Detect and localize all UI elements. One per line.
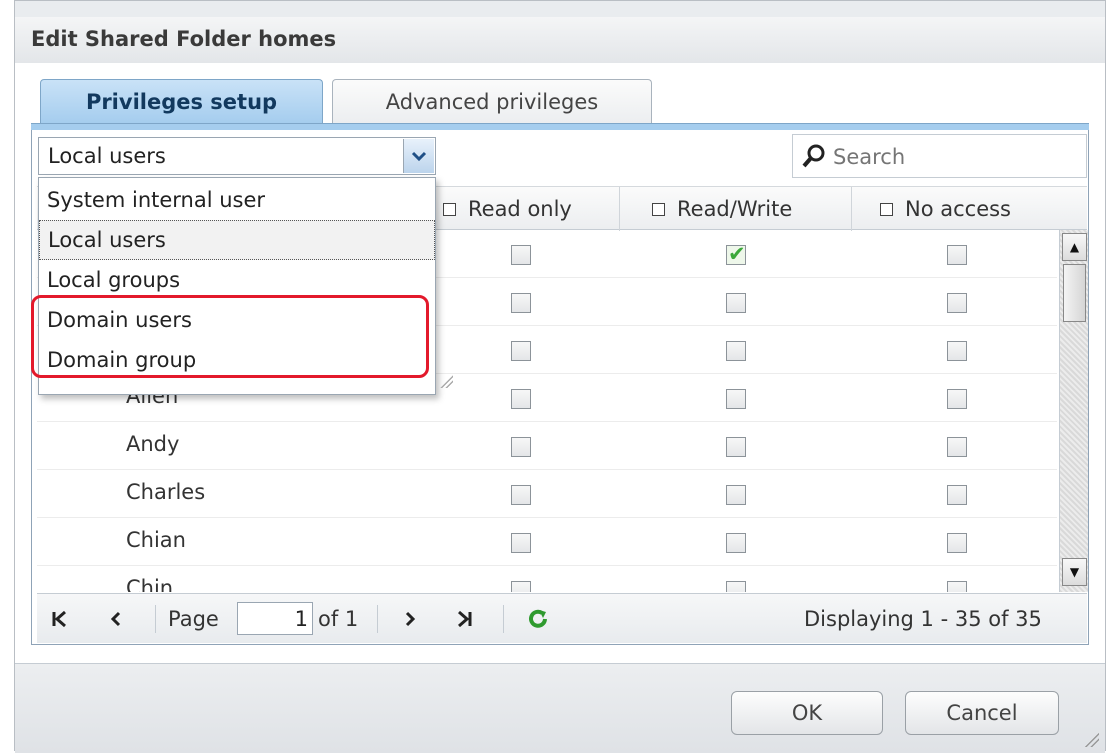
no-access-checkbox[interactable] bbox=[947, 341, 967, 361]
scroll-down-icon[interactable]: ▼ bbox=[1062, 558, 1087, 586]
page-label: Page bbox=[168, 607, 219, 631]
dropdown-resize-grip-icon[interactable] bbox=[439, 374, 453, 388]
read-write-checkbox[interactable] bbox=[726, 437, 746, 457]
column-label: Read only bbox=[468, 197, 572, 221]
search-icon bbox=[801, 143, 827, 169]
read-write-checkbox[interactable] bbox=[726, 341, 746, 361]
toolbar-divider bbox=[503, 605, 504, 633]
no-access-checkbox[interactable] bbox=[947, 437, 967, 457]
read-write-checkbox[interactable]: ✔ bbox=[726, 242, 746, 266]
read-write-checkbox[interactable] bbox=[726, 533, 746, 553]
read-write-checkbox[interactable] bbox=[726, 389, 746, 409]
column-read-write[interactable]: Read/Write bbox=[619, 187, 851, 231]
no-access-checkbox[interactable] bbox=[947, 485, 967, 505]
toolbar-divider bbox=[377, 605, 378, 633]
dialog-title: Edit Shared Folder homes bbox=[31, 27, 337, 51]
no-access-checkbox[interactable] bbox=[947, 245, 967, 265]
read-write-checkbox[interactable] bbox=[726, 485, 746, 505]
display-count: Displaying 1 - 35 of 35 bbox=[804, 607, 1042, 631]
no-access-checkbox[interactable] bbox=[947, 581, 967, 592]
read-only-checkbox[interactable] bbox=[511, 581, 531, 592]
column-no-access[interactable]: No access bbox=[851, 187, 1053, 231]
ok-button[interactable]: OK bbox=[731, 691, 883, 735]
tab-strip-underline bbox=[31, 123, 1089, 130]
read-only-checkbox[interactable] bbox=[511, 245, 531, 265]
scrollbar-thumb[interactable] bbox=[1063, 264, 1086, 322]
table-row[interactable]: Chian bbox=[37, 518, 1057, 566]
select-all-read-write-checkbox[interactable] bbox=[652, 202, 665, 216]
option-system-internal-user[interactable]: System internal user bbox=[39, 180, 435, 220]
chevron-down-icon[interactable] bbox=[403, 139, 434, 173]
page-number-input[interactable] bbox=[237, 602, 313, 635]
column-label: Read/Write bbox=[677, 197, 793, 221]
row-name: Andy bbox=[126, 432, 180, 456]
option-local-users[interactable]: Local users bbox=[39, 220, 435, 260]
dialog-titlebar: Edit Shared Folder homes bbox=[15, 17, 1105, 64]
previous-page-icon[interactable] bbox=[109, 604, 123, 634]
highlight-annotation bbox=[31, 295, 429, 378]
column-read-only[interactable]: Read only bbox=[432, 187, 619, 231]
option-local-groups[interactable]: Local groups bbox=[39, 260, 435, 300]
search-input[interactable] bbox=[831, 141, 1075, 173]
table-row[interactable]: Chin bbox=[37, 566, 1057, 592]
read-write-checkbox[interactable] bbox=[726, 293, 746, 313]
search-box[interactable] bbox=[792, 134, 1087, 178]
checkmark-icon: ✔ bbox=[728, 242, 746, 266]
read-only-checkbox[interactable] bbox=[511, 485, 531, 505]
grid-scrollbar[interactable]: ▲ ▼ bbox=[1059, 230, 1088, 592]
read-only-checkbox[interactable] bbox=[511, 533, 531, 553]
pagination-toolbar: Page of 1 Displaying 1 - 35 of 35 bbox=[37, 593, 1087, 643]
row-name: Chian bbox=[126, 528, 186, 552]
read-only-checkbox[interactable] bbox=[511, 341, 531, 361]
dialog-footer: OK Cancel bbox=[15, 663, 1105, 753]
scroll-up-icon[interactable]: ▲ bbox=[1062, 233, 1087, 261]
page-count-label: of 1 bbox=[318, 607, 359, 631]
cancel-button[interactable]: Cancel bbox=[905, 691, 1059, 735]
no-access-checkbox[interactable] bbox=[947, 533, 967, 553]
last-page-icon[interactable] bbox=[455, 604, 473, 634]
no-access-checkbox[interactable] bbox=[947, 293, 967, 313]
tab-advanced-privileges[interactable]: Advanced privileges bbox=[332, 79, 652, 123]
column-label: No access bbox=[905, 197, 1011, 221]
read-write-checkbox[interactable] bbox=[726, 581, 746, 592]
user-type-select-value: Local users bbox=[48, 144, 166, 168]
table-row[interactable]: Charles bbox=[37, 470, 1057, 518]
resize-grip-icon[interactable] bbox=[1083, 731, 1099, 747]
row-name: Charles bbox=[126, 480, 206, 504]
row-name: Chin bbox=[126, 576, 174, 592]
next-page-icon[interactable] bbox=[403, 604, 417, 634]
read-only-checkbox[interactable] bbox=[511, 389, 531, 409]
tab-privileges-setup[interactable]: Privileges setup bbox=[40, 79, 323, 123]
user-type-select[interactable]: Local users bbox=[38, 137, 436, 175]
read-only-checkbox[interactable] bbox=[511, 293, 531, 313]
read-only-checkbox[interactable] bbox=[511, 437, 531, 457]
select-all-read-only-checkbox[interactable] bbox=[443, 202, 456, 216]
select-all-no-access-checkbox[interactable] bbox=[880, 202, 893, 216]
table-row[interactable]: Andy bbox=[37, 422, 1057, 470]
first-page-icon[interactable] bbox=[51, 604, 69, 634]
refresh-icon[interactable] bbox=[527, 604, 549, 634]
toolbar-divider bbox=[155, 605, 156, 633]
no-access-checkbox[interactable] bbox=[947, 389, 967, 409]
